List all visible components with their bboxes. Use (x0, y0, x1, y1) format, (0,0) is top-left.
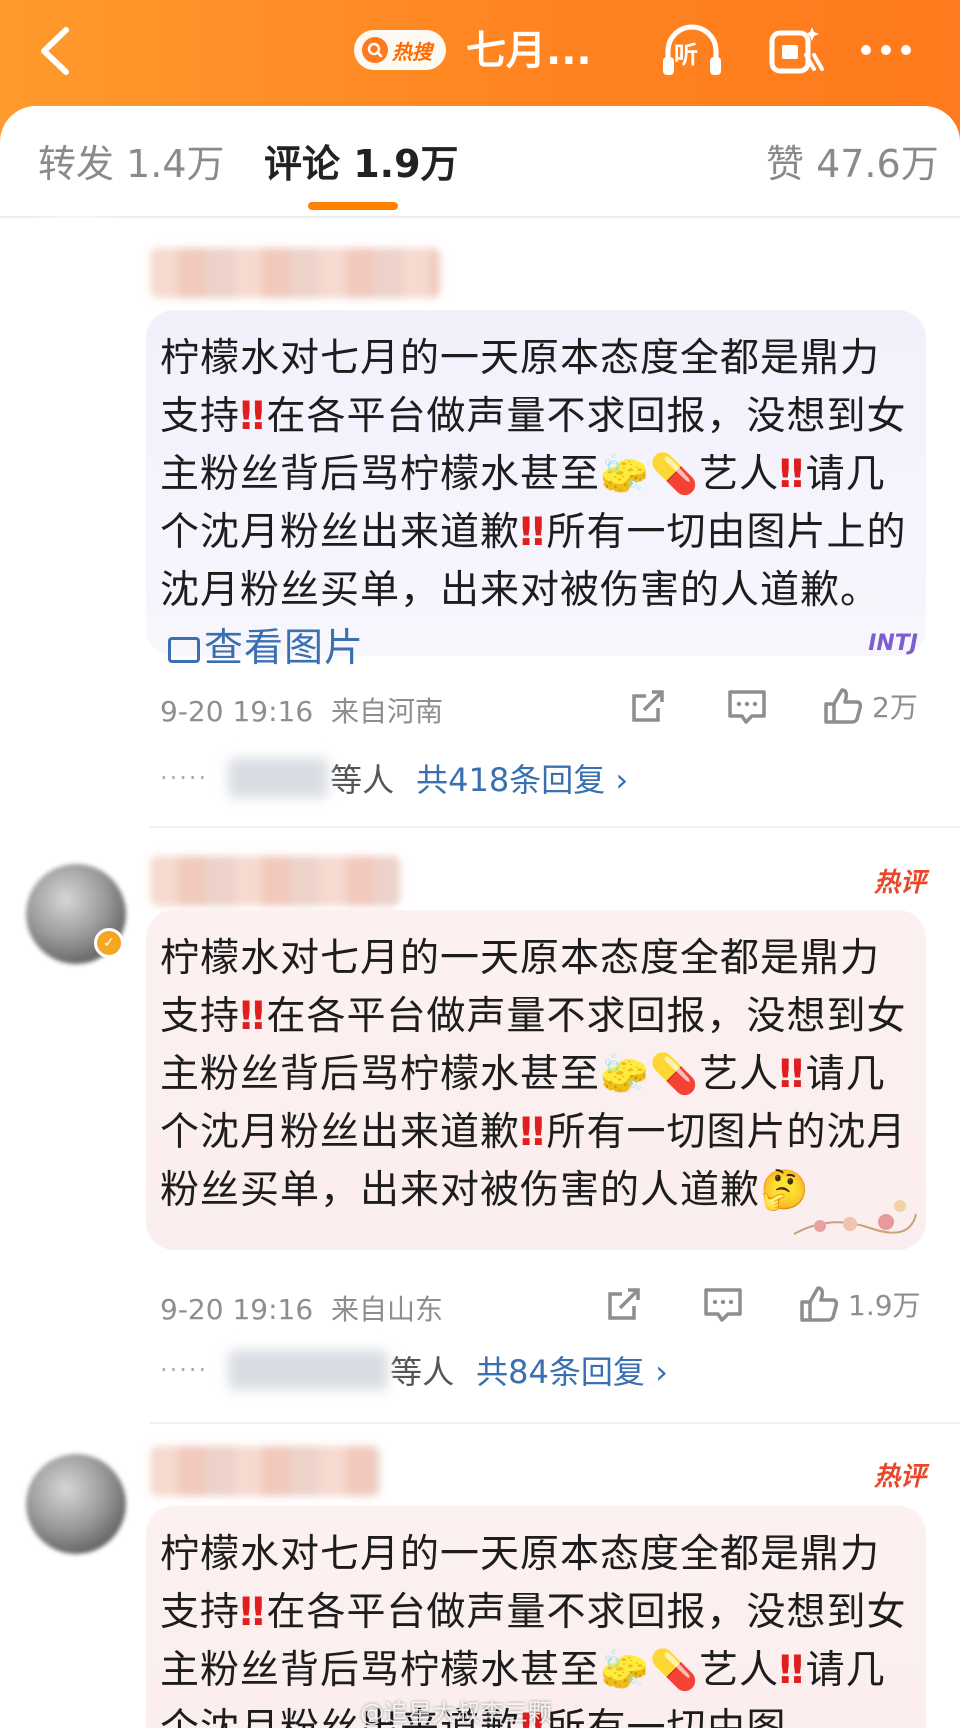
comment-divider (150, 1422, 960, 1424)
like-button[interactable]: 1.9万 (798, 1284, 921, 1324)
username-blurred[interactable] (150, 856, 400, 906)
replies-summary[interactable]: ····· 等人 共418条回复 › (160, 756, 628, 800)
reply-button[interactable] (702, 1284, 744, 1324)
like-count: 1.9万 (848, 1289, 921, 1322)
listen-button[interactable]: 听 (658, 18, 726, 82)
like-button[interactable]: 2万 (822, 686, 918, 726)
share-card-button[interactable] (762, 18, 830, 82)
replies-suffix: 等人 (330, 761, 395, 799)
tab-reposts[interactable]: 转发 1.4万 (38, 140, 225, 188)
listen-label: 听 (674, 41, 698, 69)
image-icon (168, 637, 200, 663)
more-dots-icon (861, 45, 911, 55)
hot-search-label: 热搜 (392, 39, 432, 64)
comment-icon (704, 1288, 742, 1322)
repost-icon (608, 1288, 640, 1320)
comment-bubble: 柠檬水对七月的一天原本态度全都是鼎力支持‼ 在各平台做声量不求回报，没想到女主粉丝… (146, 310, 926, 671)
replies-count-link[interactable]: 共418条回复 › (416, 755, 628, 801)
username-blurred[interactable] (150, 1446, 380, 1496)
hot-search-badge[interactable]: 热搜 (354, 30, 446, 70)
bubble-decoration: INTJ (868, 631, 918, 656)
comment-location: 来自山东 (330, 1293, 443, 1326)
view-image-link[interactable]: 查看图片 (160, 626, 364, 671)
comment-meta: 9-20 19:16 来自河南 (160, 690, 443, 730)
username-blurred[interactable] (150, 248, 440, 298)
chevron-left-icon (41, 27, 69, 75)
replies-suffix: 等人 (390, 1353, 455, 1391)
thumbs-up-icon (824, 688, 863, 724)
back-button[interactable] (28, 24, 82, 78)
verified-badge-icon: ✓ (94, 928, 124, 958)
floral-decoration-icon (793, 1200, 917, 1235)
hot-comment-tag: 热评 (873, 868, 926, 898)
search-icon (362, 37, 388, 63)
comment-location: 来自河南 (330, 695, 443, 728)
watermark: @追星大叔李三颗 (360, 1699, 552, 1727)
page-title: 七月... (466, 28, 592, 74)
tab-comments[interactable]: 评论 1.9万 (264, 140, 459, 188)
comment-meta: 9-20 19:16 来自山东 (160, 1288, 443, 1328)
replies-count-link[interactable]: 共84条回复 › (476, 1347, 668, 1393)
avatar[interactable] (26, 228, 126, 328)
hot-comment-tag: 热评 (873, 1462, 926, 1492)
tab-divider (0, 216, 960, 218)
thumbs-up-icon (800, 1286, 839, 1322)
repost-button[interactable] (604, 1284, 644, 1324)
comment-time: 9-20 19:16 (160, 695, 314, 728)
replies-summary[interactable]: ····· 等人 共84条回复 › (160, 1348, 668, 1392)
comment-text: 柠檬水对七月的一天原本态度全都是鼎力支持‼ 在各平台做声量不求回报，没想到女主粉丝… (160, 936, 907, 1213)
repost-icon (632, 690, 664, 722)
active-tab-indicator (308, 202, 398, 210)
share-card-icon (769, 27, 824, 74)
reply-user-blurred (228, 1350, 389, 1390)
reply-button[interactable] (726, 686, 768, 726)
more-button[interactable] (852, 18, 920, 82)
comment-bubble: 柠檬水对七月的一天原本态度全都是鼎力支持‼ 在各平台做声量不求回报，没想到女主粉丝… (146, 910, 926, 1250)
reply-user-blurred (228, 758, 329, 798)
avatar[interactable] (26, 1454, 126, 1554)
comment-text: 柠檬水对七月的一天原本态度全都是鼎力支持‼ 在各平台做声量不求回报，没想到女主粉丝… (160, 336, 907, 671)
like-count: 2万 (872, 691, 918, 724)
comment-time: 9-20 19:16 (160, 1293, 314, 1326)
comment-icon (728, 690, 766, 724)
repost-button[interactable] (628, 686, 668, 726)
comment-divider (150, 826, 960, 828)
tab-bar: 转发 1.4万 评论 1.9万 赞 47.6万 (0, 106, 960, 218)
tab-likes[interactable]: 赞 47.6万 (766, 140, 939, 188)
